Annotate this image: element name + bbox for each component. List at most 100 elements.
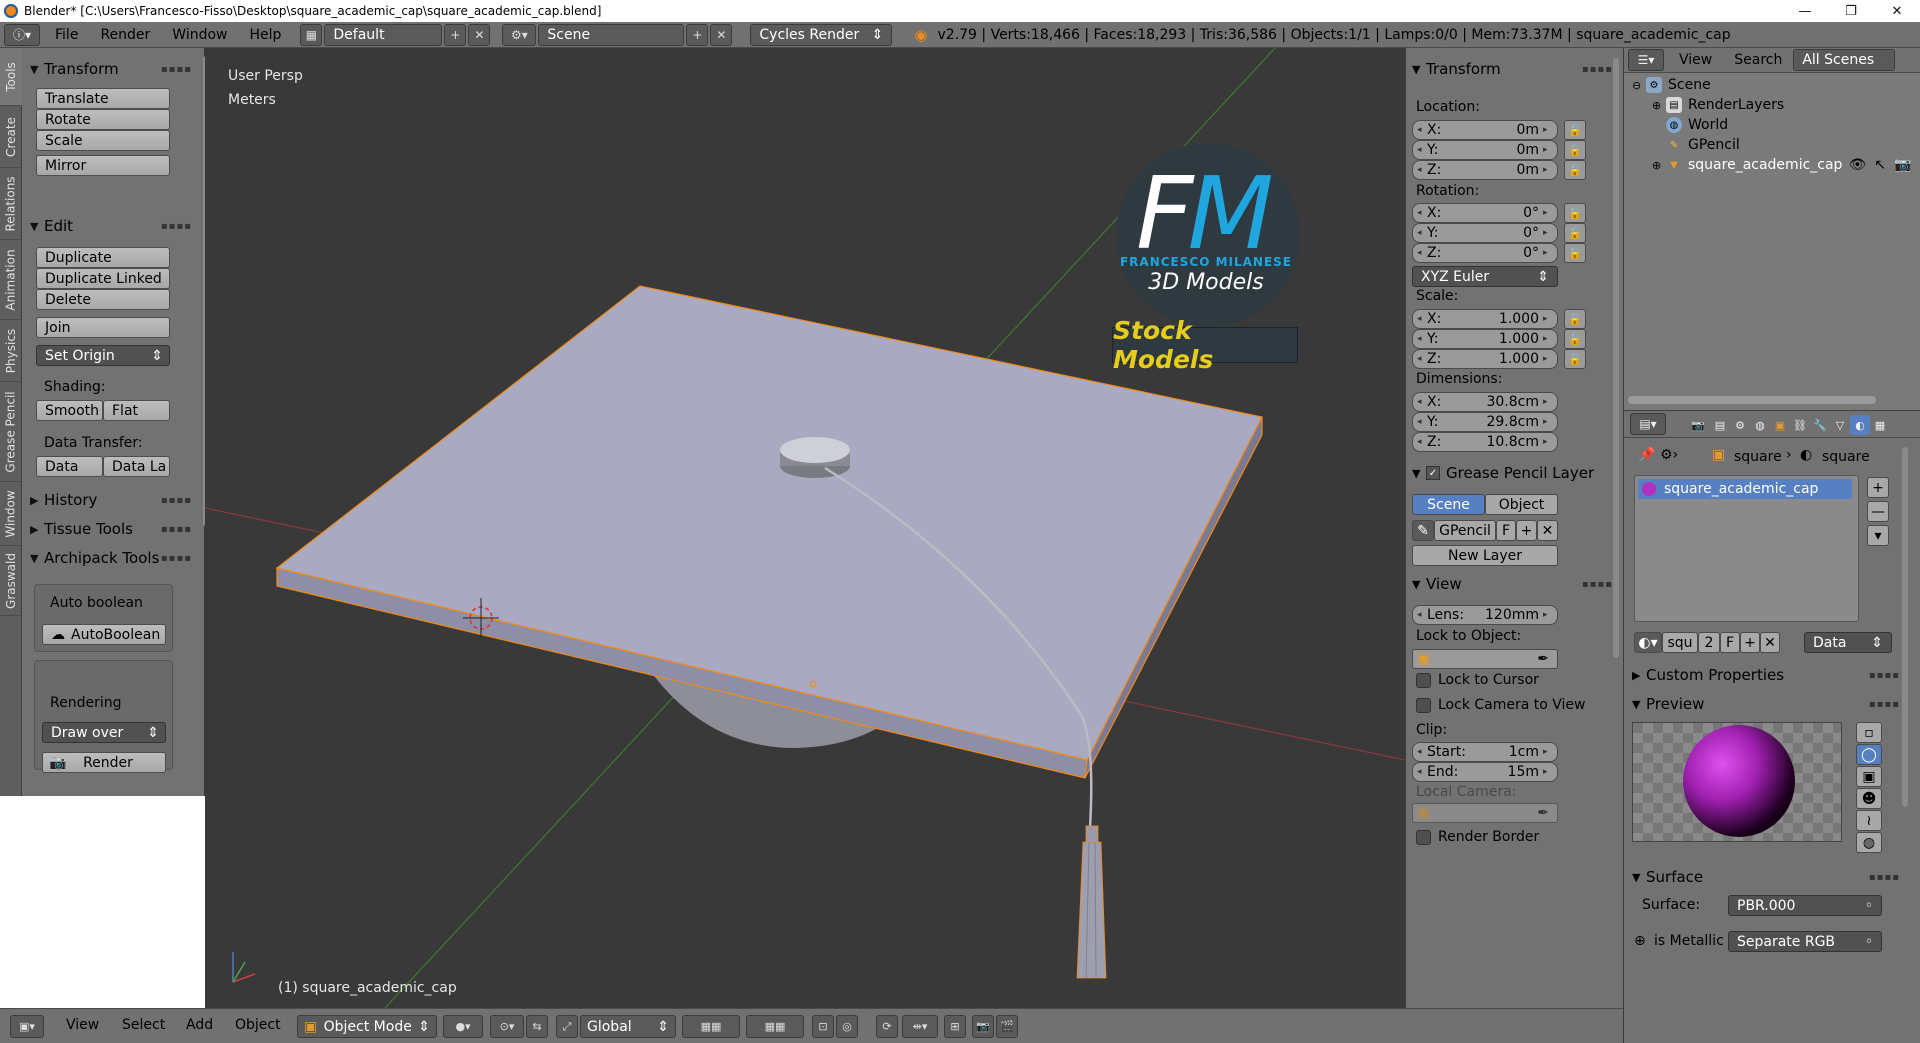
- render-still-icon[interactable]: 📷: [972, 1015, 994, 1038]
- edit-panel-header[interactable]: ▼ Edit ▪▪▪▪: [30, 215, 192, 237]
- location-y-field[interactable]: ◂ Y: 0m ▸: [1412, 140, 1558, 160]
- add-layout-icon[interactable]: +: [444, 23, 467, 46]
- preview-world-icon[interactable]: ◍: [1856, 832, 1882, 853]
- render-camera-icon[interactable]: 📷: [1894, 157, 1911, 173]
- scale-x-field[interactable]: ◂ X: 1.000 ▸: [1412, 309, 1558, 329]
- tab-window[interactable]: Window: [0, 482, 22, 546]
- lock-to-object-field[interactable]: ▣ ✒: [1412, 649, 1558, 669]
- lock-icon[interactable]: 🔓: [1564, 160, 1586, 180]
- outliner-item-scene[interactable]: ⊖ ⚙ Scene: [1624, 75, 1920, 95]
- material-add-icon[interactable]: +: [1740, 632, 1760, 653]
- outliner-filter-dropdown[interactable]: All Scenes: [1793, 49, 1896, 71]
- transform-panel-header[interactable]: ▼ Transform ▪▪▪▪: [1412, 58, 1613, 80]
- menu-help[interactable]: Help: [238, 27, 292, 43]
- maximize-button[interactable]: ❐: [1828, 0, 1874, 22]
- interaction-mode-dropdown[interactable]: ▣ Object Mode ⇕: [297, 1015, 437, 1038]
- rotation-y-field[interactable]: ◂ Y: 0° ▸: [1412, 223, 1558, 243]
- outliner-item-renderlayers[interactable]: ⊕ ▤ RenderLayers: [1624, 95, 1920, 115]
- browse-material-icon[interactable]: ◐▾: [1634, 632, 1662, 653]
- checkbox-checked-icon[interactable]: ✓: [1426, 466, 1440, 480]
- delete-button[interactable]: Delete: [36, 289, 170, 310]
- autoboolean-button[interactable]: ☁ AutoBoolean: [42, 624, 166, 645]
- material-slot-item[interactable]: square_academic_cap: [1638, 479, 1852, 499]
- minimize-button[interactable]: —: [1782, 0, 1828, 22]
- draw-over-dropdown[interactable]: Draw over ⇕: [42, 722, 166, 743]
- gp-remove-icon[interactable]: ✕: [1537, 520, 1558, 541]
- material-link-dropdown[interactable]: Data ⇕: [1804, 632, 1892, 653]
- slot-menu-icon[interactable]: ▾: [1867, 525, 1889, 546]
- drag-grip-icon[interactable]: ▪▪▪▪: [161, 524, 192, 535]
- tab-tools[interactable]: Tools: [0, 48, 22, 106]
- dimension-z-field[interactable]: ◂ Z: 10.8cm ▸: [1412, 432, 1558, 452]
- drag-grip-icon[interactable]: ▪▪▪▪: [1582, 579, 1613, 590]
- lock-icon[interactable]: 🔓: [1564, 243, 1586, 263]
- lock-icon[interactable]: 🔓: [1564, 329, 1586, 349]
- properties-shelf-scrollbar[interactable]: [1613, 58, 1619, 658]
- menu-render[interactable]: Render: [89, 27, 161, 43]
- lock-layers-icon[interactable]: ⊡: [812, 1015, 834, 1038]
- grease-pencil-layer-header[interactable]: ▼ ✓ Grease Pencil Layer: [1412, 462, 1613, 484]
- lock-to-cursor-checkbox[interactable]: [1416, 673, 1431, 688]
- pivot-point-icon[interactable]: ⊙▾: [490, 1015, 524, 1038]
- socket-link-icon[interactable]: ⊕: [1634, 933, 1646, 949]
- surface-header[interactable]: ▼ Surface ▪▪▪▪: [1632, 866, 1900, 888]
- outliner-menu-search[interactable]: Search: [1723, 52, 1793, 68]
- dimension-x-field[interactable]: ◂ X: 30.8cm ▸: [1412, 392, 1558, 412]
- gp-add-icon[interactable]: +: [1516, 520, 1537, 541]
- lock-icon[interactable]: 🔓: [1564, 120, 1586, 140]
- drag-grip-icon[interactable]: ▪▪▪▪: [161, 495, 192, 506]
- proportional-edit-icon[interactable]: ◎: [836, 1015, 858, 1038]
- material-unlink-icon[interactable]: ✕: [1760, 632, 1780, 653]
- menu-window[interactable]: Window: [161, 27, 238, 43]
- material-tab-icon[interactable]: ◐: [1850, 415, 1870, 435]
- transform-orientation-dropdown[interactable]: Global ⇕: [580, 1015, 676, 1038]
- render-border-checkbox[interactable]: [1416, 830, 1431, 845]
- scene-icon[interactable]: ⚙▾: [502, 23, 537, 46]
- lens-field[interactable]: ◂ Lens: 120mm ▸: [1412, 605, 1558, 625]
- add-slot-icon[interactable]: +: [1867, 477, 1889, 498]
- expand-icon[interactable]: ⊕: [1652, 159, 1666, 172]
- scene-tab-icon[interactable]: ⚙: [1730, 415, 1750, 435]
- join-button[interactable]: Join: [36, 317, 170, 338]
- close-button[interactable]: ✕: [1874, 0, 1920, 22]
- translate-button[interactable]: Translate: [36, 88, 170, 109]
- material-name-field[interactable]: squ: [1662, 632, 1698, 653]
- render-button[interactable]: 📷 Render: [42, 752, 166, 773]
- drag-grip-icon[interactable]: ▪▪▪▪: [161, 221, 192, 232]
- lock-camera-checkbox[interactable]: [1416, 698, 1431, 713]
- new-layer-button[interactable]: New Layer: [1412, 545, 1558, 566]
- screen-layout-icon[interactable]: ▦: [300, 23, 323, 46]
- layers-grid-icon[interactable]: ▦▦: [682, 1015, 740, 1038]
- lock-icon[interactable]: 🔓: [1564, 223, 1586, 243]
- gp-object-button[interactable]: Object: [1485, 494, 1558, 515]
- surface-shader-dropdown[interactable]: PBR.000 ◦: [1728, 895, 1882, 916]
- clip-start-field[interactable]: ◂ Start: 1cm ▸: [1412, 742, 1558, 762]
- menu-view[interactable]: View: [66, 1017, 99, 1033]
- remove-layout-icon[interactable]: ✕: [468, 23, 491, 46]
- drag-grip-icon[interactable]: ▪▪▪▪: [1582, 64, 1613, 75]
- visibility-eye-icon[interactable]: 👁: [1848, 157, 1866, 173]
- menu-select[interactable]: Select: [122, 1017, 165, 1033]
- material-users-field[interactable]: 2: [1698, 632, 1720, 653]
- render-animation-icon[interactable]: 🎬: [996, 1015, 1018, 1038]
- editor-type-3dview-icon[interactable]: ▣▾: [10, 1015, 44, 1038]
- preview-cube-icon[interactable]: ▣: [1856, 766, 1882, 787]
- tab-physics[interactable]: Physics: [0, 320, 22, 382]
- modifiers-tab-icon[interactable]: 🔧: [1810, 415, 1830, 435]
- local-camera-field[interactable]: ▣ ✒: [1412, 803, 1558, 823]
- rotate-button[interactable]: Rotate: [36, 109, 170, 130]
- set-origin-dropdown[interactable]: Set Origin ⇕: [36, 345, 170, 366]
- snap-toggle-icon[interactable]: ⟳: [876, 1015, 898, 1038]
- drag-grip-icon[interactable]: ▪▪▪▪: [1869, 699, 1900, 710]
- tissue-tools-panel-header[interactable]: ▶ Tissue Tools ▪▪▪▪: [30, 518, 192, 540]
- lock-icon[interactable]: 🔓: [1564, 140, 1586, 160]
- drag-grip-icon[interactable]: ▪▪▪▪: [1869, 670, 1900, 681]
- preview-monkey-icon[interactable]: ☻: [1856, 788, 1882, 809]
- data-tab-icon[interactable]: ▽: [1830, 415, 1850, 435]
- viewport-shading-icon[interactable]: ●▾: [443, 1015, 483, 1038]
- mirror-button[interactable]: Mirror: [36, 155, 170, 176]
- scene-field[interactable]: Scene: [538, 23, 685, 46]
- smooth-button[interactable]: Smooth: [36, 400, 103, 421]
- render-tab-icon[interactable]: 📷: [1688, 415, 1708, 435]
- drag-grip-icon[interactable]: ▪▪▪▪: [161, 64, 192, 75]
